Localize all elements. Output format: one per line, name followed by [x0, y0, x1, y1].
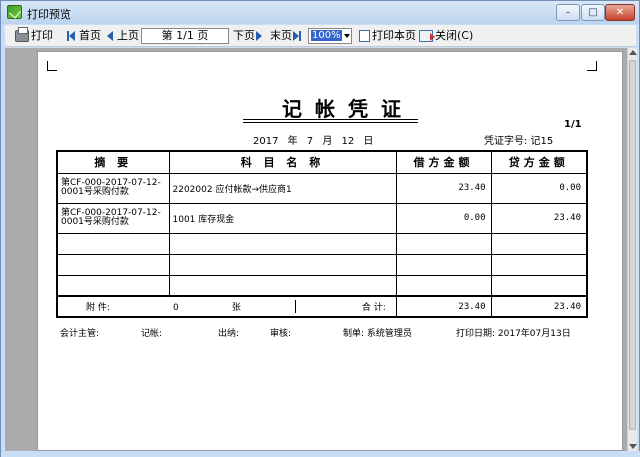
debit-cell: 23.40: [395, 172, 492, 204]
attachments-label: 附 件:: [86, 303, 110, 313]
footer-cashier: 出纳:: [218, 329, 240, 339]
table-row: 第CF-000-2017-07-12-0001号采购付款 1001 库存现金 0…: [56, 202, 588, 234]
table-row: [56, 253, 588, 276]
table-row: [56, 274, 588, 297]
footer-print-date: 打印日期: 2017年07月13日: [456, 329, 571, 339]
prev-page-button[interactable]: 上页: [105, 28, 139, 44]
minimize-button[interactable]: –: [556, 4, 580, 21]
debit-cell: [395, 253, 492, 276]
footer-supervisor: 会计主管:: [60, 329, 100, 339]
account-cell: [168, 232, 397, 255]
prev-page-icon: [105, 30, 115, 42]
attachments-unit: 张: [231, 303, 241, 313]
debit-cell: 0.00: [395, 202, 492, 234]
total-debit: 23.40: [395, 295, 492, 318]
header-account: 科 目 名 称: [168, 150, 397, 174]
attachments-count: 0: [173, 303, 179, 313]
close-preview-button[interactable]: 关闭(C): [419, 28, 473, 44]
toolbar: 打印 首页 上页 第 1/1 页 下页 末页 100% 打印本页 关闭(C): [5, 25, 636, 47]
debit-cell: [395, 232, 492, 255]
first-page-label: 首页: [79, 29, 101, 42]
voucher-table: 摘 要 科 目 名 称 借方金额 贷方金额 第CF-000-2017-07-12…: [56, 150, 588, 318]
header-summary: 摘 要: [56, 150, 170, 174]
summary-cell: 第CF-000-2017-07-12-0001号采购付款: [56, 172, 170, 204]
page-number: 1/1: [564, 119, 582, 130]
title-bar[interactable]: 打印预览 – □ ✕: [1, 1, 639, 24]
close-window-button[interactable]: ✕: [605, 4, 635, 21]
attachments-count-cell: 0 张 合 计:: [169, 295, 397, 318]
credit-cell: [490, 253, 588, 276]
footer-maker: 制单: 系统管理员: [343, 329, 412, 339]
table-row: 第CF-000-2017-07-12-0001号采购付款 2202002 应付帐…: [56, 172, 588, 204]
voucher-date: 2017 年 7 月 12 日: [253, 136, 374, 147]
header-credit: 贷方金额: [490, 150, 588, 174]
crop-mark: [47, 61, 57, 71]
table-row: [56, 232, 588, 255]
print-this-page-button[interactable]: 打印本页: [359, 28, 416, 44]
vertical-scrollbar[interactable]: [627, 48, 637, 451]
scroll-down-icon[interactable]: [629, 444, 637, 449]
next-page-button[interactable]: 下页: [233, 28, 267, 44]
credit-cell: 0.00: [490, 172, 588, 204]
credit-cell: [490, 274, 588, 297]
account-cell: [168, 253, 397, 276]
summary-cell: [56, 274, 170, 297]
close-preview-label: 关闭(C): [435, 29, 474, 42]
account-cell: [168, 274, 397, 297]
exit-icon: [419, 30, 435, 42]
chevron-down-icon: [344, 34, 350, 38]
paper-page: 记帐凭证 1/1 2017 年 7 月 12 日 凭证字号: 记15 摘 要 科…: [37, 51, 623, 451]
summary-cell: [56, 253, 170, 276]
account-cell: 2202002 应付帐款→供应商1: [168, 172, 397, 204]
crop-mark: [587, 61, 597, 71]
zoom-value: 100%: [311, 30, 342, 41]
title-underline: [243, 122, 418, 123]
account-cell: 1001 库存现金: [168, 202, 397, 234]
scroll-up-icon[interactable]: [629, 50, 637, 55]
last-page-label: 末页: [270, 29, 292, 42]
scroll-thumb[interactable]: [629, 60, 636, 430]
page-icon: [359, 30, 370, 42]
first-page-icon: [67, 30, 77, 42]
voucher-title: 记帐凭证: [282, 97, 414, 121]
debit-cell: [395, 274, 492, 297]
print-button[interactable]: 打印: [15, 27, 53, 44]
page-indicator-field[interactable]: 第 1/1 页: [141, 28, 229, 44]
table-header-row: 摘 要 科 目 名 称 借方金额 贷方金额: [56, 150, 588, 174]
printer-icon: [15, 27, 29, 42]
next-page-label: 下页: [233, 29, 255, 42]
title-underline: [243, 119, 418, 120]
next-page-icon: [255, 30, 265, 42]
last-page-icon: [292, 30, 302, 42]
summary-cell: [56, 232, 170, 255]
maximize-button[interactable]: □: [581, 4, 605, 21]
footer-bookkeeper: 记帐:: [141, 329, 163, 339]
total-credit: 23.40: [490, 295, 588, 318]
zoom-select[interactable]: 100%: [308, 28, 352, 44]
window-title: 打印预览: [27, 8, 71, 21]
attachments-cell: 附 件:: [56, 295, 169, 318]
print-this-page-label: 打印本页: [372, 29, 416, 42]
credit-cell: [490, 232, 588, 255]
last-page-button[interactable]: 末页: [270, 28, 304, 44]
status-strip: [1, 451, 640, 457]
voucher-number: 凭证字号: 记15: [484, 136, 554, 147]
credit-cell: 23.40: [490, 202, 588, 234]
print-label: 打印: [31, 29, 53, 42]
print-preview-window: 打印预览 – □ ✕ 打印 首页 上页 第 1/1 页 下页 末页 100% 打…: [0, 0, 640, 457]
prev-page-label: 上页: [117, 29, 139, 42]
footer-auditor: 审核:: [270, 329, 292, 339]
header-debit: 借方金额: [395, 150, 492, 174]
first-page-button[interactable]: 首页: [67, 28, 101, 44]
app-icon: [7, 5, 22, 19]
summary-cell: 第CF-000-2017-07-12-0001号采购付款: [56, 202, 170, 234]
total-row: 附 件: 0 张 合 计: 23.40 23.40: [56, 295, 588, 318]
total-label: 合 计:: [294, 300, 390, 313]
